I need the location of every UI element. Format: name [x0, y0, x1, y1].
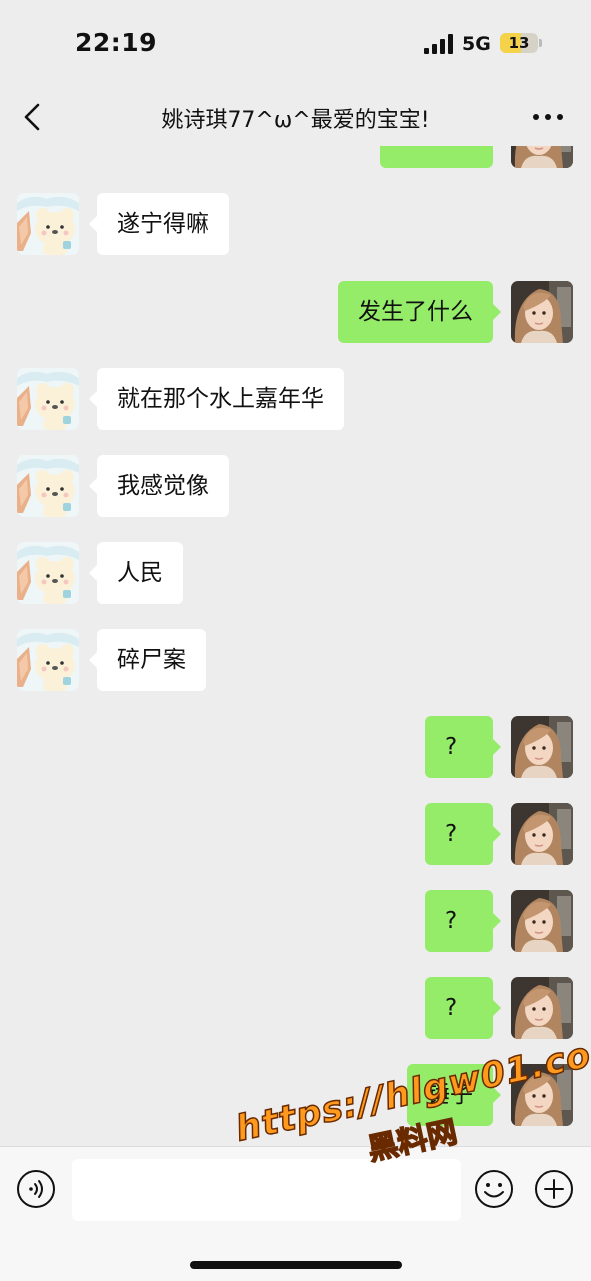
- home-indicator[interactable]: [190, 1261, 402, 1269]
- more-button[interactable]: [528, 102, 568, 132]
- message-bubble-out[interactable]: 发生了什么: [338, 281, 501, 343]
- user-avatar[interactable]: [511, 281, 573, 343]
- emoji-button[interactable]: [474, 1169, 514, 1209]
- add-button[interactable]: [534, 1169, 574, 1209]
- message-bubble-in[interactable]: 遂宁得嘛: [89, 193, 229, 255]
- network-type: 5G: [462, 33, 491, 55]
- message-bubble-in[interactable]: 就在那个水上嘉年华: [89, 368, 344, 430]
- signal-icon: [424, 34, 454, 54]
- message-bubble-in[interactable]: 人民: [89, 542, 183, 604]
- contact-avatar[interactable]: [17, 193, 79, 255]
- contact-avatar[interactable]: [17, 455, 79, 517]
- contact-avatar[interactable]: [17, 542, 79, 604]
- voice-icon: [17, 1170, 55, 1208]
- message-bubble-in[interactable]: 我感觉像: [89, 455, 229, 517]
- user-avatar[interactable]: [511, 803, 573, 865]
- contact-avatar[interactable]: [17, 368, 79, 430]
- message-bubble-out[interactable]: ?: [425, 890, 501, 952]
- message-bubble-out[interactable]: ?: [425, 716, 501, 778]
- battery-level: 13: [508, 34, 530, 52]
- chat-title: 姚诗琪77^ω^最爱的宝宝!: [161, 108, 430, 133]
- voice-button[interactable]: [16, 1169, 56, 1209]
- message-bubble-out[interactable]: ?: [425, 803, 501, 865]
- user-avatar[interactable]: [511, 977, 573, 1039]
- status-time: 22:19: [75, 28, 158, 57]
- user-avatar[interactable]: [511, 890, 573, 952]
- emoji-icon: [475, 1170, 513, 1208]
- message-bubble-out[interactable]: ?: [425, 977, 501, 1039]
- plus-icon: [535, 1170, 573, 1208]
- contact-avatar[interactable]: [17, 629, 79, 691]
- nav-bar: 姚诗琪77^ω^最爱的宝宝!: [0, 88, 591, 146]
- more-dots-icon: [533, 114, 563, 120]
- status-bar: 22:19 5G 13: [0, 0, 591, 88]
- message-bubble-in[interactable]: 碎尸案: [89, 629, 206, 691]
- user-avatar[interactable]: [511, 716, 573, 778]
- battery-icon: 13: [500, 33, 538, 53]
